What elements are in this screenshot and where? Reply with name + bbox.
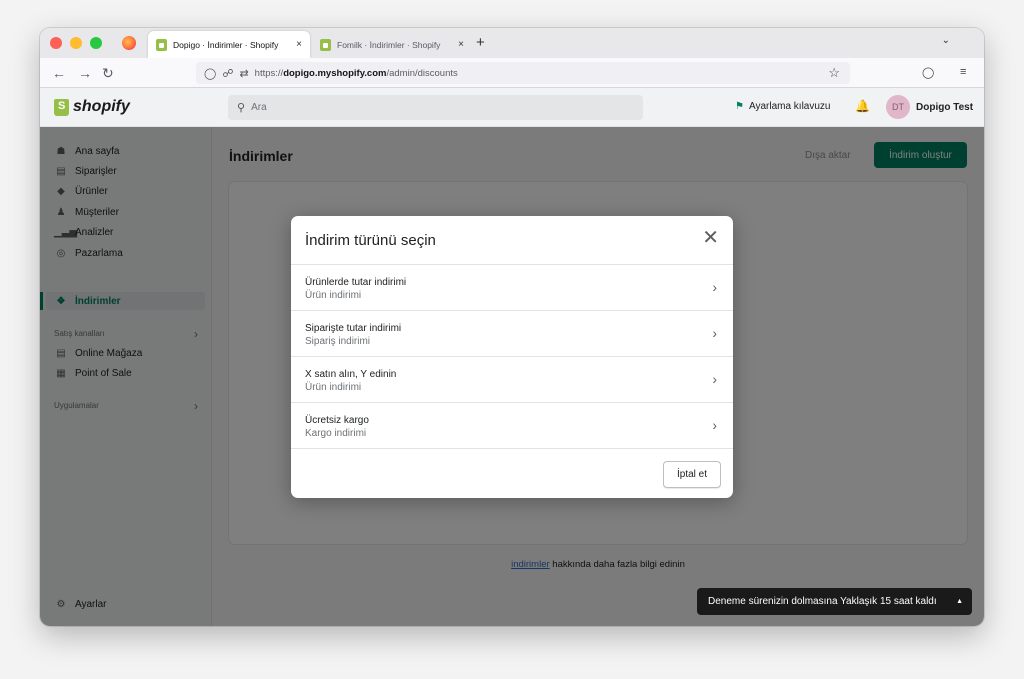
search-icon: ⚲: [237, 102, 246, 114]
url-bar[interactable]: ◯ ☍ ⇄ https://dopigo.myshopify.com/admin…: [196, 62, 850, 84]
menu-icon[interactable]: ≡: [960, 66, 966, 78]
flag-icon: ⚑: [735, 101, 744, 112]
minimize-window-button[interactable]: [70, 37, 82, 49]
permissions-icon[interactable]: ⇄: [239, 67, 248, 80]
url-path: /admin/discounts: [386, 67, 458, 79]
caret-up-icon[interactable]: ▲: [956, 598, 963, 605]
tab-dopigo[interactable]: Dopigo · İndirimler · Shopify ×: [148, 31, 310, 58]
cancel-button[interactable]: İptal et: [663, 461, 721, 488]
option-product-amount[interactable]: Ürünlerde tutar indirimi Ürün indirimi ›: [291, 265, 733, 311]
close-tab-icon[interactable]: ×: [458, 39, 464, 50]
chevron-right-icon: ›: [712, 279, 717, 295]
shopify-header: shopify ⚲ Ara ⚑ Ayarlama kılavuzu 🔔 DT D…: [40, 88, 984, 127]
option-subtitle: Ürün indirimi: [305, 290, 362, 301]
url-domain: dopigo.myshopify.com: [283, 67, 387, 79]
tab-label: Dopigo · İndirimler · Shopify: [173, 39, 279, 50]
setup-guide-label: Ayarlama kılavuzu: [748, 101, 831, 112]
option-free-shipping[interactable]: Ücretsiz kargo Kargo indirimi ›: [291, 403, 733, 449]
avatar[interactable]: DT: [886, 95, 910, 119]
option-title: Ücretsiz kargo: [305, 415, 369, 426]
chevron-right-icon: ›: [712, 325, 717, 341]
modal-header: İndirim türünü seçin ✕: [291, 216, 733, 265]
option-order-amount[interactable]: Siparişte tutar indirimi Sipariş indirim…: [291, 311, 733, 357]
pocket-icon[interactable]: ◯: [922, 66, 934, 79]
forward-icon[interactable]: →: [78, 65, 92, 81]
browser-window: Dopigo · İndirimler · Shopify × Fomilk ·…: [40, 28, 984, 626]
window-controls: [50, 37, 102, 49]
toast-text: Deneme sürenizin dolmasına Yaklaşık 15 s…: [708, 596, 937, 607]
logo-text: shopify: [73, 98, 130, 115]
option-title: X satın alın, Y edinin: [305, 369, 397, 380]
setup-guide-button[interactable]: ⚑ Ayarlama kılavuzu: [735, 101, 831, 112]
shield-icon[interactable]: ◯: [204, 67, 216, 80]
list-tabs-icon[interactable]: ⌄: [942, 35, 950, 46]
reload-icon[interactable]: ↻: [102, 65, 114, 82]
maximize-window-button[interactable]: [90, 37, 102, 49]
back-icon[interactable]: ←: [52, 65, 66, 81]
option-title: Siparişte tutar indirimi: [305, 323, 402, 334]
bell-icon[interactable]: 🔔: [855, 99, 870, 113]
option-subtitle: Sipariş indirimi: [305, 336, 371, 347]
option-subtitle: Kargo indirimi: [305, 428, 367, 439]
chevron-right-icon: ›: [712, 417, 717, 433]
lock-icon[interactable]: ☍: [222, 67, 233, 80]
search-placeholder: Ara: [251, 102, 267, 113]
user-name[interactable]: Dopigo Test: [916, 102, 973, 113]
tab-bar: Dopigo · İndirimler · Shopify × Fomilk ·…: [40, 28, 984, 58]
search-input[interactable]: ⚲ Ara: [228, 95, 643, 120]
chevron-right-icon: ›: [712, 371, 717, 387]
shopify-bag-icon: [54, 98, 69, 116]
option-subtitle: Ürün indirimi: [305, 382, 362, 393]
close-window-button[interactable]: [50, 37, 62, 49]
trial-toast[interactable]: Deneme sürenizin dolmasına Yaklaşık 15 s…: [697, 588, 972, 615]
bookmark-star-icon[interactable]: ☆: [828, 65, 840, 81]
modal-title: İndirim türünü seçin: [305, 232, 436, 249]
tab-fomilk[interactable]: Fomilk · İndirimler · Shopify ×: [312, 31, 472, 58]
close-tab-icon[interactable]: ×: [296, 39, 302, 50]
tab-label: Fomilk · İndirimler · Shopify: [337, 39, 441, 50]
close-icon[interactable]: ✕: [702, 228, 719, 248]
shopify-logo[interactable]: shopify: [54, 98, 130, 116]
discount-type-modal: İndirim türünü seçin ✕ Ürünlerde tutar i…: [291, 216, 733, 498]
new-tab-button[interactable]: +: [476, 34, 485, 51]
option-buy-x-get-y[interactable]: X satın alın, Y edinin Ürün indirimi ›: [291, 357, 733, 403]
shopify-favicon-icon: [156, 38, 167, 51]
shopify-favicon-icon: [320, 38, 331, 51]
navigation-bar: ← → ↻ ◯ ☍ ⇄ https://dopigo.myshopify.com…: [40, 58, 984, 88]
option-title: Ürünlerde tutar indirimi: [305, 277, 407, 288]
firefox-icon[interactable]: [122, 36, 136, 50]
url-prefix: https://: [254, 67, 284, 79]
